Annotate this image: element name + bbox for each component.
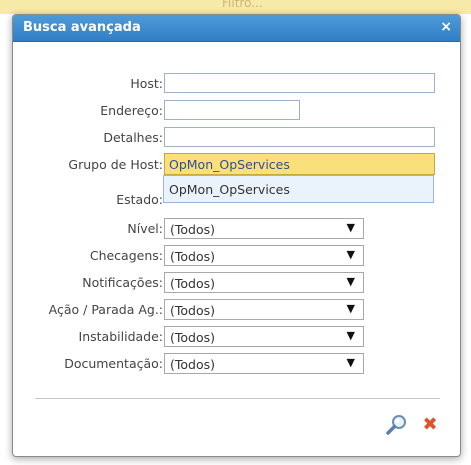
nivel-row: Nível: (Todos) ▼	[13, 217, 460, 241]
acao-parada-row: Ação / Parada Ag.: (Todos) ▼	[13, 298, 460, 322]
endereco-label: Endereço:	[100, 103, 163, 118]
background-strip-text: Filtro...	[222, 0, 263, 10]
nivel-label: Nível:	[127, 221, 163, 236]
background-strip: Filtro...	[0, 0, 471, 14]
search-icon	[386, 415, 406, 435]
instabilidade-row: Instabilidade: (Todos) ▼	[13, 325, 460, 349]
cancel-button[interactable]: ✖	[419, 414, 441, 436]
grupo-de-host-row: Grupo de Host: OpMon_OpServices	[13, 153, 460, 177]
checagens-label: Checagens:	[89, 248, 163, 263]
chevron-down-icon: ▼	[346, 302, 355, 315]
grupo-de-host-label: Grupo de Host:	[68, 157, 163, 172]
chevron-down-icon: ▼	[346, 356, 355, 369]
notificacoes-row: Notificações: (Todos) ▼	[13, 271, 460, 295]
dialog-titlebar[interactable]: Busca avançada ×	[13, 15, 460, 42]
chevron-down-icon: ▼	[346, 221, 355, 234]
endereco-input[interactable]	[164, 100, 300, 120]
notificacoes-value: (Todos)	[170, 276, 216, 291]
chevron-down-icon: ▼	[346, 275, 355, 288]
host-label: Host:	[130, 76, 163, 91]
host-input[interactable]	[164, 73, 435, 93]
chevron-down-icon: ▼	[346, 248, 355, 261]
checagens-select[interactable]: (Todos) ▼	[164, 245, 364, 266]
advanced-search-dialog: Busca avançada × Host: Endereço: Detalhe…	[12, 14, 461, 457]
close-icon[interactable]: ×	[440, 19, 452, 35]
notificacoes-label: Notificações:	[82, 275, 163, 290]
documentacao-value: (Todos)	[170, 357, 216, 372]
grupo-de-host-dropdown: OpMon_OpServices	[163, 175, 434, 203]
checagens-value: (Todos)	[170, 249, 216, 264]
search-button[interactable]	[385, 413, 409, 437]
instabilidade-select[interactable]: (Todos) ▼	[164, 326, 364, 347]
documentacao-row: Documentação: (Todos) ▼	[13, 352, 460, 376]
nivel-select[interactable]: (Todos) ▼	[164, 218, 364, 239]
estado-label: Estado:	[116, 192, 163, 207]
detalhes-row: Detalhes:	[13, 126, 460, 150]
footer-divider	[35, 398, 440, 399]
instabilidade-label: Instabilidade:	[78, 329, 163, 344]
detalhes-label: Detalhes:	[103, 130, 163, 145]
dialog-title: Busca avançada	[23, 20, 141, 35]
acao-parada-value: (Todos)	[170, 303, 216, 318]
cancel-icon: ✖	[422, 414, 438, 435]
acao-parada-label: Ação / Parada Ag.:	[48, 302, 163, 317]
acao-parada-select[interactable]: (Todos) ▼	[164, 299, 364, 320]
dropdown-option[interactable]: OpMon_OpServices	[169, 182, 290, 197]
instabilidade-value: (Todos)	[170, 330, 216, 345]
chevron-down-icon: ▼	[346, 329, 355, 342]
grupo-de-host-value: OpMon_OpServices	[169, 157, 290, 172]
notificacoes-select[interactable]: (Todos) ▼	[164, 272, 364, 293]
endereco-row: Endereço:	[13, 99, 460, 123]
grupo-de-host-combo[interactable]: OpMon_OpServices	[164, 153, 435, 175]
documentacao-select[interactable]: (Todos) ▼	[164, 353, 364, 374]
detalhes-input[interactable]	[164, 127, 435, 147]
host-row: Host:	[13, 72, 460, 96]
documentacao-label: Documentação:	[64, 356, 163, 371]
checagens-row: Checagens: (Todos) ▼	[13, 244, 460, 268]
nivel-value: (Todos)	[170, 222, 216, 237]
